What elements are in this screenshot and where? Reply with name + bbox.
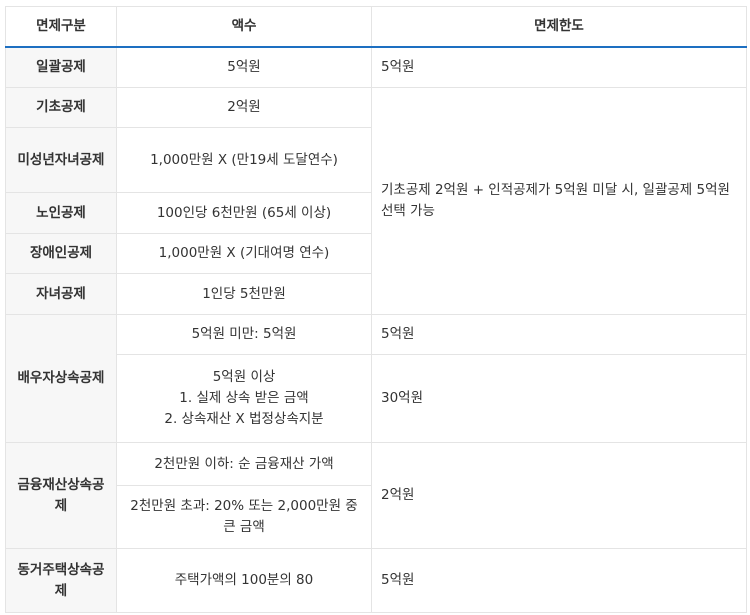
row-category: 장애인공제	[5, 233, 117, 274]
table-row: 기초공제 2억원 기초공제 2억원 + 인적공제가 5억원 미달 시, 일괄공제…	[5, 87, 747, 315]
header-amount: 액수	[116, 6, 372, 48]
row-limit: 5억원	[371, 46, 747, 88]
row-category: 노인공제	[5, 192, 117, 234]
row-amount: 주택가액의 100분의 80	[116, 548, 372, 613]
shared-limit-cell: 기초공제 2억원 + 인적공제가 5억원 미달 시, 일괄공제 5억원 선택 가…	[371, 87, 747, 315]
row-limit: 30억원	[371, 354, 747, 443]
row-amount: 1,000만원 X (만19세 도달연수)	[116, 127, 372, 193]
deduction-table: 면제구분 액수 면제한도 일괄공제 5억원 5억원 기초공제 2억원 기초공제 …	[5, 6, 747, 613]
amount-line: 5억원 이상	[212, 369, 276, 385]
row-category: 기초공제	[5, 87, 117, 128]
amount-line: 1. 실제 상속 받은 금액	[179, 390, 309, 406]
row-amount: 5억원	[116, 46, 372, 88]
table-header-row: 면제구분 액수 면제한도	[5, 6, 747, 48]
table-row: 금융재산상속공제 2천만원 이하: 순 금융재산 가액 2억원	[5, 442, 747, 549]
row-category: 자녀공제	[5, 273, 117, 315]
row-amount: 1,000만원 X (기대여명 연수)	[116, 233, 372, 274]
row-category: 일괄공제	[5, 46, 117, 88]
row-amount: 2천만원 초과: 20% 또는 2,000만원 중 큰 금액	[116, 485, 372, 549]
row-limit: 5억원	[371, 548, 747, 613]
row-category: 배우자상속공제	[5, 314, 117, 443]
row-category: 동거주택상속공제	[5, 548, 117, 613]
row-limit: 5억원	[371, 314, 747, 355]
table-row: 일괄공제 5억원 5억원	[5, 46, 747, 88]
row-limit: 2억원	[371, 442, 747, 549]
row-amount: 100인당 6천만원 (65세 이상)	[116, 192, 372, 234]
row-amount: 5억원 이상 1. 실제 상속 받은 금액 2. 상속재산 X 법정상속지분	[116, 354, 372, 443]
row-amount: 5억원 미만: 5억원	[116, 314, 372, 355]
row-category: 금융재산상속공제	[5, 442, 117, 549]
row-amount: 1인당 5천만원	[116, 273, 372, 315]
header-category: 면제구분	[5, 6, 117, 48]
table-row: 5억원 이상 1. 실제 상속 받은 금액 2. 상속재산 X 법정상속지분 3…	[6, 354, 747, 443]
row-amount: 2억원	[116, 87, 372, 128]
table-row: 동거주택상속공제 주택가액의 100분의 80 5억원	[5, 548, 747, 613]
row-amount: 2천만원 이하: 순 금융재산 가액	[116, 442, 372, 486]
table-row: 배우자상속공제 5억원 미만: 5억원 5억원	[5, 314, 747, 443]
amount-line: 2. 상속재산 X 법정상속지분	[164, 411, 324, 427]
row-category: 미성년자녀공제	[5, 127, 117, 193]
header-limit: 면제한도	[371, 6, 747, 48]
